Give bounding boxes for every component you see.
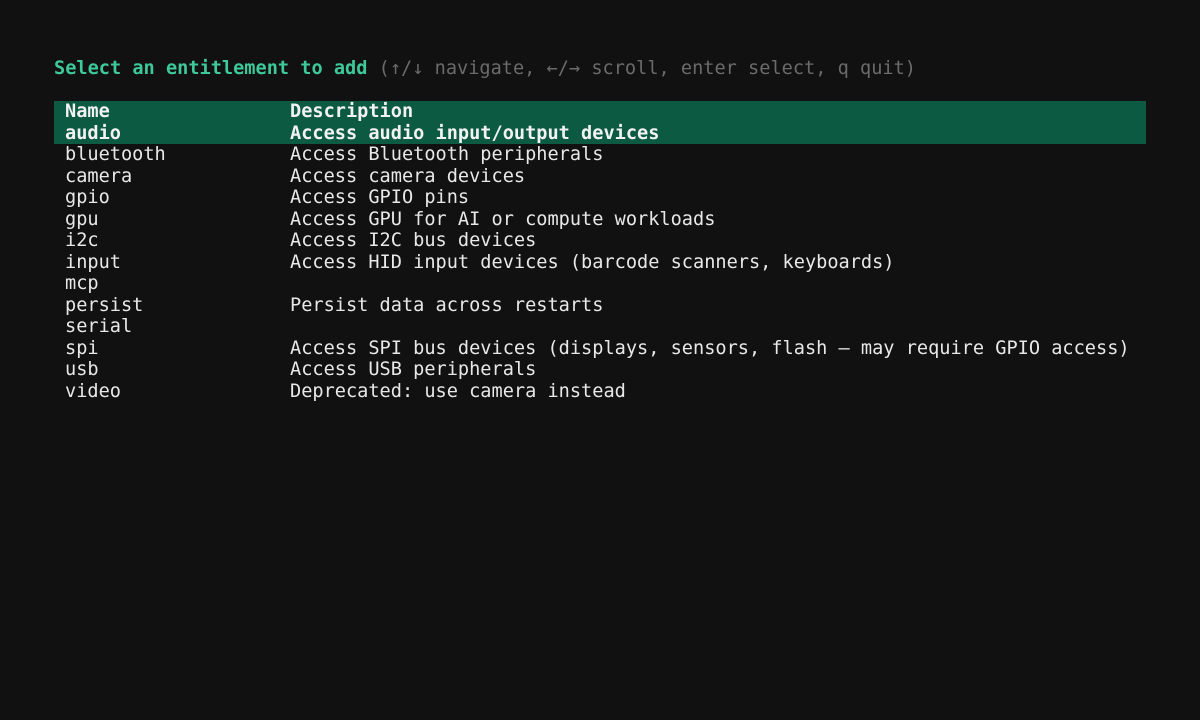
entitlement-description: Access HID input devices (barcode scanne…	[290, 251, 895, 273]
entitlement-table: Name Description audio Access audio inpu…	[54, 101, 1146, 402]
entitlement-description: Access GPU for AI or compute workloads	[290, 208, 716, 230]
entitlement-name: video	[65, 380, 121, 402]
table-row-i2c[interactable]: i2c Access I2C bus devices	[54, 230, 1146, 252]
entitlement-name: gpu	[65, 208, 99, 230]
table-row-spi[interactable]: spi Access SPI bus devices (displays, se…	[54, 338, 1146, 360]
table-row-bluetooth[interactable]: bluetooth Access Bluetooth peripherals	[54, 144, 1146, 166]
entitlement-description: Access camera devices	[290, 165, 526, 187]
table-row-audio[interactable]: audio Access audio input/output devices	[54, 122, 1146, 144]
table-row-gpio[interactable]: gpio Access GPIO pins	[54, 187, 1146, 209]
entitlement-name: input	[65, 251, 121, 273]
table-row-camera[interactable]: camera Access camera devices	[54, 166, 1146, 188]
entitlement-name: i2c	[65, 230, 99, 251]
entitlement-description: Access I2C bus devices	[290, 230, 537, 251]
entitlement-name: gpio	[65, 187, 110, 208]
entitlement-description: Deprecated: use camera instead	[290, 380, 626, 402]
entitlement-name: mcp	[65, 273, 99, 294]
table-header: Name Description	[54, 101, 1146, 123]
table-row-usb[interactable]: usb Access USB peripherals	[54, 359, 1146, 381]
entitlement-name: spi	[65, 337, 99, 359]
table-row-video[interactable]: video Deprecated: use camera instead	[54, 381, 1146, 403]
entitlement-name: usb	[65, 359, 99, 380]
entitlement-description: Access SPI bus devices (displays, sensor…	[290, 337, 1130, 359]
table-row-serial[interactable]: serial	[54, 316, 1146, 338]
entitlement-description: Access USB peripherals	[290, 359, 537, 380]
entitlement-name: bluetooth	[65, 144, 166, 165]
entitlement-description: Access audio input/output devices	[290, 122, 660, 144]
table-row-input[interactable]: input Access HID input devices (barcode …	[54, 252, 1146, 274]
entitlement-description: Access Bluetooth peripherals	[290, 144, 604, 165]
prompt-title: Select an entitlement to add	[54, 58, 368, 79]
entitlement-name: audio	[65, 122, 121, 144]
entitlement-name: serial	[65, 316, 133, 337]
table-row-mcp[interactable]: mcp	[54, 273, 1146, 295]
entitlement-description: Access GPIO pins	[290, 187, 470, 208]
table-row-gpu[interactable]: gpu Access GPU for AI or compute workloa…	[54, 209, 1146, 231]
entitlement-description: Persist data across restarts	[290, 294, 604, 316]
column-header-description: Description	[290, 101, 414, 122]
column-header-name: Name	[65, 101, 110, 122]
entitlement-name: camera	[65, 165, 133, 187]
table-row-persist[interactable]: persist Persist data across restarts	[54, 295, 1146, 317]
prompt-hint: (↑/↓ navigate, ←/→ scroll, enter select,…	[367, 58, 916, 79]
prompt-line: Select an entitlement to add (↑/↓ naviga…	[54, 57, 916, 81]
terminal-window: Select an entitlement to add (↑/↓ naviga…	[0, 0, 1200, 720]
entitlement-name: persist	[65, 294, 144, 316]
